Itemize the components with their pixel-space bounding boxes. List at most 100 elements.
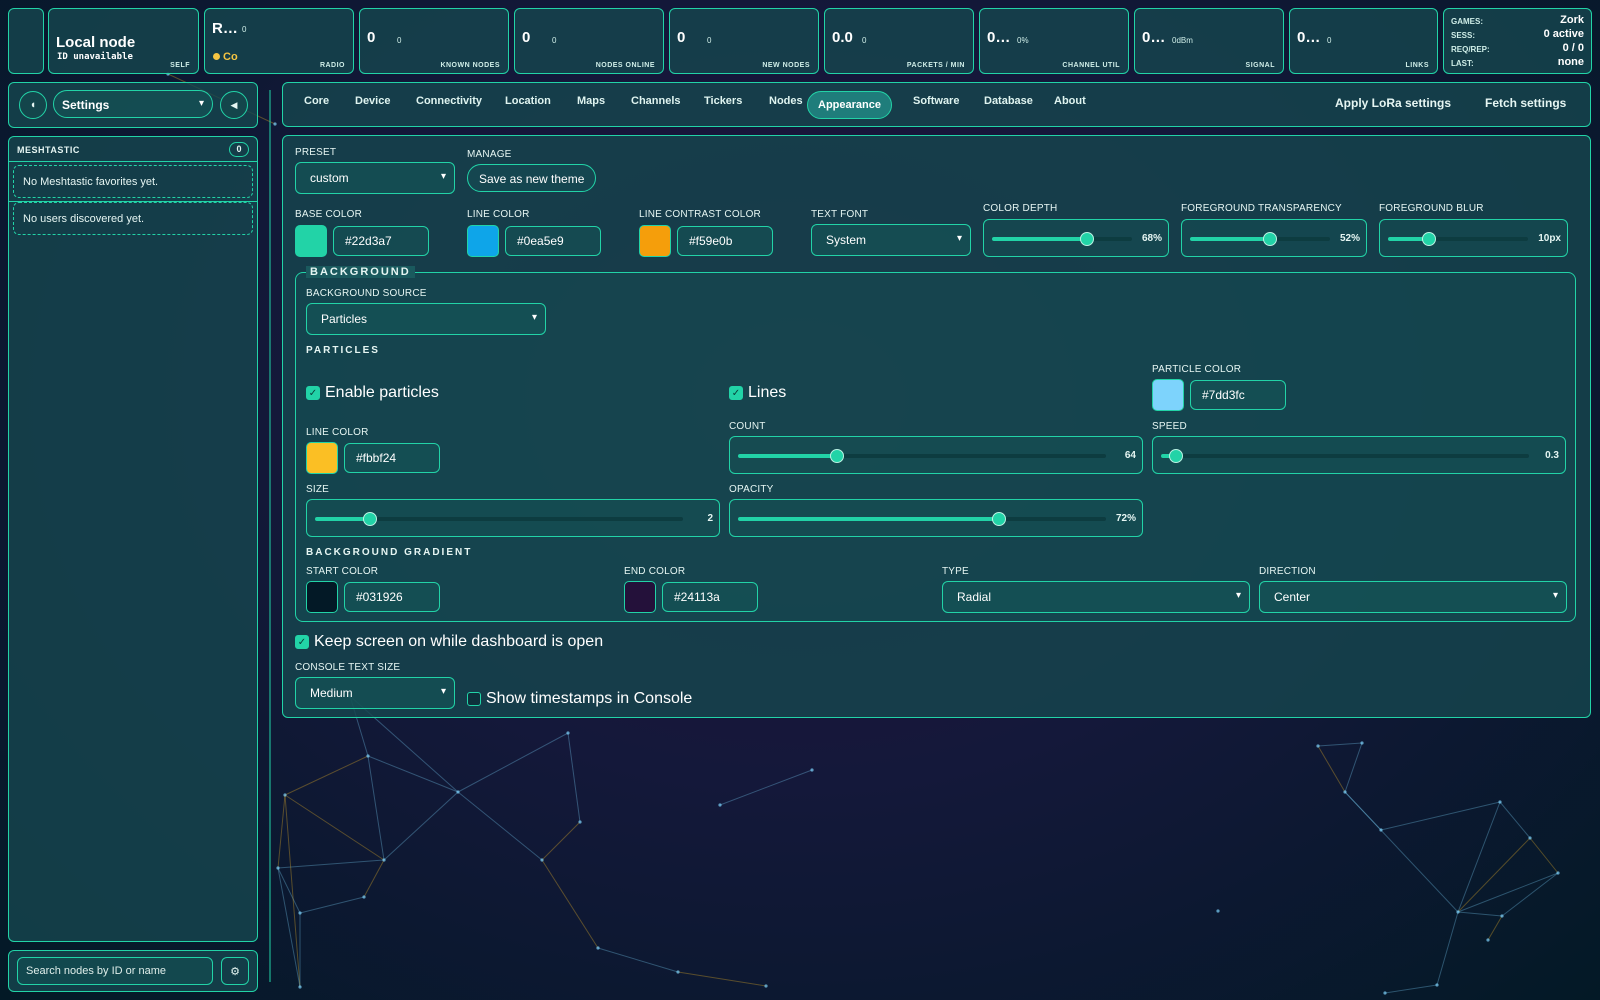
- end-color-swatch[interactable]: [624, 581, 656, 613]
- tab-software[interactable]: Software: [913, 95, 959, 107]
- particle: [1498, 800, 1502, 804]
- end-color-input[interactable]: #24113a: [662, 582, 758, 612]
- particle-link: [677, 971, 767, 987]
- base-color-input[interactable]: #22d3a7: [333, 226, 429, 256]
- gradient-type-select[interactable]: Radial ▾: [942, 581, 1250, 613]
- particle-link: [299, 896, 365, 914]
- menu-stat-card[interactable]: [8, 8, 44, 74]
- preset-select[interactable]: custom ▾: [295, 162, 455, 194]
- enable-particles-checkbox[interactable]: ✓ Enable particles: [306, 384, 439, 402]
- chevron-down-icon: ▾: [956, 233, 962, 244]
- console-size-value: Medium: [310, 686, 353, 700]
- collapse-sidebar-button[interactable]: ◀: [220, 91, 248, 119]
- fetch-settings-button[interactable]: Fetch settings: [1485, 96, 1566, 110]
- last-label: LAST:: [1451, 59, 1474, 68]
- line-contrast-input[interactable]: #f59e0b: [677, 226, 773, 256]
- sess-value: 0 active: [1543, 28, 1584, 40]
- stat-channel-util: 0… 0% CHANNEL UTIL: [979, 8, 1129, 74]
- check-icon: ✓: [306, 386, 320, 400]
- favorites-empty-message: No Meshtastic favorites yet.: [13, 165, 253, 198]
- count-badge: 0: [229, 142, 249, 157]
- particle-link: [277, 867, 301, 914]
- signal-value: 0…: [1142, 29, 1166, 46]
- fg-transparency-value: 52%: [1339, 233, 1360, 244]
- stat-signal: 0… 0dBm SIGNAL: [1134, 8, 1284, 74]
- apply-lora-button[interactable]: Apply LoRa settings: [1335, 96, 1451, 110]
- particle: [596, 946, 600, 950]
- settings-tabs-bar: Core Device Connectivity Location Maps Channe…: [282, 82, 1591, 127]
- particle: [1360, 741, 1364, 745]
- speed-label: SPEED: [1152, 421, 1187, 432]
- particle: [1383, 991, 1387, 995]
- search-input[interactable]: Search nodes by ID or name: [17, 957, 213, 985]
- opacity-slider[interactable]: 72%: [729, 499, 1143, 537]
- background-legend: BACKGROUND: [306, 266, 415, 278]
- start-color-input[interactable]: #031926: [344, 582, 440, 612]
- bg-line-color-swatch[interactable]: [306, 442, 338, 474]
- manage-label: MANAGE: [467, 149, 512, 160]
- tab-nodes[interactable]: Nodes: [769, 95, 803, 107]
- tab-core[interactable]: Core: [304, 95, 329, 107]
- line-contrast-swatch[interactable]: [639, 225, 671, 257]
- particle: [1379, 828, 1383, 832]
- show-timestamps-checkbox[interactable]: Show timestamps in Console: [467, 690, 692, 708]
- view-select[interactable]: Settings ▾: [53, 90, 213, 118]
- search-settings-button[interactable]: ⚙: [221, 957, 249, 985]
- fg-transparency-slider[interactable]: 52%: [1181, 219, 1367, 257]
- chevron-down-icon: ▾: [531, 312, 537, 323]
- text-font-select[interactable]: System ▾: [811, 224, 971, 256]
- particle-color-input[interactable]: #7dd3fc: [1190, 380, 1286, 410]
- stat-label: SIGNAL: [1245, 62, 1275, 69]
- base-color-swatch[interactable]: [295, 225, 327, 257]
- background-fieldset: BACKGROUND BACKGROUND SOURCE Particles ▾…: [295, 266, 1576, 622]
- particle: [366, 754, 370, 758]
- tab-channels[interactable]: Channels: [631, 95, 681, 107]
- count-slider[interactable]: 64: [729, 436, 1143, 474]
- tab-tickers[interactable]: Tickers: [704, 95, 742, 107]
- line-color-swatch[interactable]: [467, 225, 499, 257]
- keep-screen-on-label: Keep screen on while dashboard is open: [314, 633, 604, 650]
- particle: [566, 731, 570, 735]
- keep-screen-on-checkbox[interactable]: ✓ Keep screen on while dashboard is open: [295, 633, 603, 651]
- size-slider[interactable]: 2: [306, 499, 720, 537]
- lines-checkbox[interactable]: ✓ Lines: [729, 384, 786, 402]
- particle: [810, 768, 814, 772]
- theme-toggle-button[interactable]: ◖: [19, 91, 47, 119]
- bg-source-select[interactable]: Particles ▾: [306, 303, 546, 335]
- save-theme-button[interactable]: Save as new theme: [467, 164, 597, 192]
- req-label: REQ/REP:: [1451, 45, 1490, 54]
- particle-link: [541, 859, 599, 949]
- fg-blur-value: 10px: [1538, 233, 1561, 244]
- start-color-swatch[interactable]: [306, 581, 338, 613]
- line-color-input[interactable]: #0ea5e9: [505, 226, 601, 256]
- fg-blur-slider[interactable]: 10px: [1379, 219, 1568, 257]
- tab-connectivity[interactable]: Connectivity: [416, 95, 482, 107]
- particle-color-swatch[interactable]: [1152, 379, 1184, 411]
- tab-maps[interactable]: Maps: [577, 95, 605, 107]
- console-size-select[interactable]: Medium ▾: [295, 677, 455, 709]
- check-icon: ✓: [729, 386, 743, 400]
- particle-link: [457, 791, 543, 861]
- tab-about[interactable]: About: [1054, 95, 1086, 107]
- particle-link: [277, 859, 385, 869]
- bg-line-color-input[interactable]: #fbbf24: [344, 443, 440, 473]
- gear-icon: ⚙: [230, 965, 240, 978]
- tab-location[interactable]: Location: [505, 95, 551, 107]
- color-depth-slider[interactable]: 68%: [983, 219, 1169, 257]
- divider: [9, 161, 257, 162]
- particle: [1486, 938, 1490, 942]
- speed-slider[interactable]: 0.3: [1152, 436, 1566, 474]
- stat-label: PACKETS / MIN: [906, 62, 965, 69]
- tab-device[interactable]: Device: [355, 95, 390, 107]
- tab-appearance[interactable]: Appearance: [807, 91, 892, 119]
- tab-database[interactable]: Database: [984, 95, 1033, 107]
- lines-label: Lines: [748, 384, 787, 401]
- resize-handle[interactable]: [269, 90, 271, 982]
- chevron-down-icon: ▾: [1235, 590, 1241, 601]
- particles-title: PARTICLES: [306, 345, 380, 356]
- particle: [298, 911, 302, 915]
- direction-select[interactable]: Center ▾: [1259, 581, 1567, 613]
- packets-value: 0.0: [832, 29, 853, 46]
- particle-link: [1457, 911, 1503, 917]
- particle-link: [1457, 837, 1531, 913]
